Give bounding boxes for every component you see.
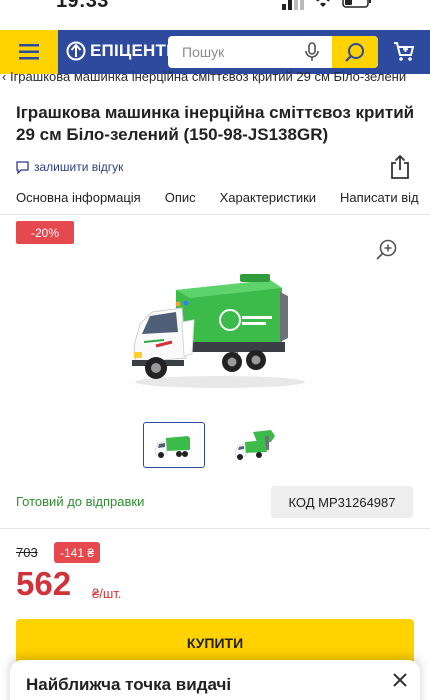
zoom-in-icon[interactable] — [375, 238, 399, 262]
signal-icon — [282, 0, 304, 10]
status-icons — [282, 0, 372, 10]
battery-icon — [342, 0, 371, 8]
search-input[interactable] — [182, 36, 302, 68]
hamburger-icon — [19, 44, 39, 60]
search-icon — [345, 43, 364, 62]
breadcrumb-text: Іграшкова машинка інерційна сміттєвоз кр… — [9, 69, 407, 84]
share-icon[interactable] — [389, 154, 411, 180]
breadcrumb[interactable]: ‹ Іграшкова машинка інерційна сміттєвоз … — [0, 66, 430, 88]
close-icon[interactable] — [392, 672, 408, 688]
stock-status: Готовий до відправки — [16, 494, 145, 509]
chevron-left-icon: ‹ — [2, 69, 10, 84]
tabs-divider — [0, 214, 430, 215]
divider — [0, 528, 430, 529]
microphone-icon[interactable] — [302, 42, 322, 62]
product-tabs: Основна інформація Опис Характеристики Н… — [16, 190, 430, 205]
search-box — [168, 36, 378, 68]
product-image[interactable] — [120, 262, 320, 397]
sheet-title: Найближча точка видачі — [26, 675, 232, 694]
thumbnail-1-image — [154, 436, 190, 458]
tab-description[interactable]: Опис — [165, 190, 196, 205]
old-price: 703 — [16, 545, 38, 560]
thumbnail-2-image — [234, 430, 275, 460]
cart-icon[interactable] — [392, 40, 416, 64]
discount-badge: -20% — [16, 221, 74, 244]
tab-characteristics[interactable]: Характеристики — [220, 190, 316, 205]
thumbnail-1[interactable] — [143, 422, 205, 468]
comment-icon — [16, 160, 29, 174]
review-link-label: залишити відгук — [34, 160, 124, 174]
tab-write-review[interactable]: Написати від — [340, 190, 419, 205]
product-code[interactable]: КОД MP31264987 — [271, 486, 413, 518]
tab-main-info[interactable]: Основна інформація — [16, 190, 141, 205]
wifi-icon — [316, 0, 330, 7]
pickup-point-sheet: Найближча точка видачі — [10, 660, 420, 700]
logo-text: ЕПІЦЕНТР — [90, 41, 178, 60]
logo-icon — [66, 41, 86, 61]
thumbnail-2[interactable] — [224, 422, 286, 468]
logo[interactable]: ЕПІЦЕНТР — [66, 41, 178, 61]
review-link[interactable]: залишити відгук — [16, 160, 123, 174]
search-button[interactable] — [332, 36, 378, 68]
product-title: Іграшкова машинка інерційна сміттєвоз кр… — [16, 103, 415, 144]
price-diff-badge: -141 ₴ — [54, 542, 101, 563]
status-time: 19:33 — [56, 0, 109, 12]
status-bar: 19:33 — [0, 0, 430, 30]
current-price: 562 — [16, 565, 72, 602]
price-unit: ₴/шт. — [92, 586, 122, 601]
